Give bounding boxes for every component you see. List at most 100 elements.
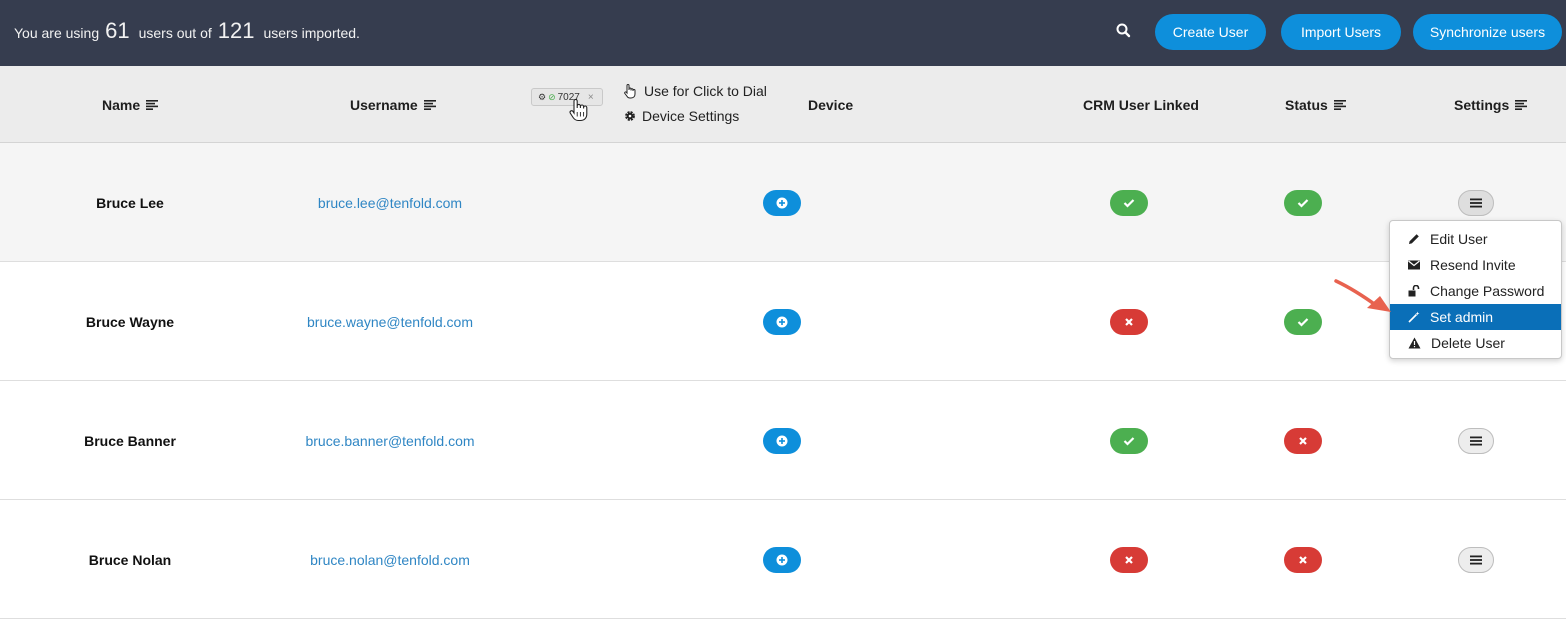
menu-item-change-password[interactable]: Change Password — [1390, 278, 1561, 304]
used-count: 61 — [105, 18, 130, 43]
check-icon — [1297, 317, 1309, 327]
column-header-crm-user-linked: CRM User Linked — [1083, 66, 1199, 143]
column-name-label: Name — [102, 96, 141, 113]
username-link[interactable]: bruce.wayne@tenfold.com — [270, 262, 510, 381]
add-device-button[interactable] — [763, 189, 801, 216]
usage-middle: users out of — [138, 25, 212, 41]
menu-item-label: Delete User — [1431, 335, 1505, 351]
check-circle-icon: ⊘ — [548, 91, 556, 102]
menu-item-label: Resend Invite — [1430, 257, 1516, 273]
synchronize-users-button[interactable]: Synchronize users — [1413, 14, 1562, 50]
status-cell — [1284, 500, 1322, 619]
user-name: Bruce Wayne — [85, 313, 175, 330]
device-cell — [762, 262, 802, 381]
settings-cell — [1458, 381, 1494, 500]
x-icon — [1299, 436, 1307, 445]
plus-circle-icon — [776, 435, 788, 446]
check-icon — [1123, 436, 1135, 446]
user-name: Bruce Banner — [84, 432, 176, 449]
hand-cursor-icon — [569, 98, 588, 122]
add-device-button[interactable] — [763, 427, 801, 454]
plus-circle-icon — [776, 197, 788, 208]
status-badge[interactable] — [1284, 189, 1322, 216]
unlock-icon — [1408, 285, 1420, 297]
check-icon — [1123, 198, 1135, 208]
column-header-status[interactable]: Status — [1285, 66, 1346, 143]
x-icon — [1299, 555, 1307, 564]
pointer-hand-icon — [624, 84, 636, 99]
menu-item-label: Set admin — [1430, 309, 1494, 325]
crm-not-linked-badge[interactable] — [1110, 308, 1148, 335]
table-row: Bruce Nolan bruce.nolan@tenfold.com — [0, 500, 1566, 619]
menu-item-resend-invite[interactable]: Resend Invite — [1390, 252, 1561, 278]
column-header-device: Device — [808, 66, 853, 143]
hamburger-icon — [1470, 198, 1482, 207]
sort-icon — [423, 99, 436, 110]
settings-cell — [1458, 500, 1494, 619]
use-for-click-to-dial-option[interactable]: Use for Click to Dial — [622, 82, 767, 100]
status-cell — [1284, 143, 1322, 262]
add-device-button[interactable] — [763, 308, 801, 335]
column-device-label: Device — [808, 96, 854, 113]
x-icon — [1125, 317, 1133, 326]
username-link[interactable]: bruce.nolan@tenfold.com — [270, 500, 510, 619]
create-user-button[interactable]: Create User — [1155, 14, 1266, 50]
column-header-name[interactable]: Name — [102, 66, 159, 143]
crm-linked-cell — [1110, 143, 1148, 262]
gear-icon — [625, 111, 635, 121]
device-cell — [762, 381, 802, 500]
device-settings-option[interactable]: Device Settings — [624, 107, 739, 125]
magic-wand-icon — [1408, 311, 1420, 323]
table-row: Bruce Lee bruce.lee@tenfold.com — [0, 143, 1566, 262]
usage-suffix: users imported. — [263, 25, 360, 41]
settings-menu-button[interactable] — [1458, 546, 1494, 573]
username-link[interactable]: bruce.lee@tenfold.com — [270, 143, 510, 262]
annotation-arrow-icon — [1334, 279, 1391, 312]
crm-not-linked-badge[interactable] — [1110, 546, 1148, 573]
top-bar: You are using 61 users out of 121 users … — [0, 0, 1566, 66]
x-icon — [1125, 555, 1133, 564]
settings-dropdown-menu: Edit User Resend Invite Change Password … — [1389, 220, 1562, 359]
check-icon — [1297, 198, 1309, 208]
column-crm-label: CRM User Linked — [1083, 96, 1199, 113]
status-badge[interactable] — [1284, 308, 1322, 335]
column-header-username[interactable]: Username — [350, 66, 436, 143]
menu-item-delete-user[interactable]: Delete User — [1390, 330, 1561, 356]
status-badge[interactable] — [1284, 546, 1322, 573]
settings-menu-button[interactable] — [1458, 189, 1494, 216]
import-users-button[interactable]: Import Users — [1281, 14, 1401, 50]
username-link[interactable]: bruce.banner@tenfold.com — [270, 381, 510, 500]
crm-linked-cell — [1110, 262, 1148, 381]
sort-icon — [146, 99, 159, 110]
crm-linked-badge[interactable] — [1110, 189, 1148, 216]
sort-icon — [1333, 99, 1346, 110]
gear-icon: ⚙ — [538, 91, 547, 102]
click-to-dial-label: Use for Click to Dial — [644, 83, 767, 99]
table-header: Name Username Device CRM User Linked Sta… — [0, 66, 1566, 143]
crm-linked-cell — [1110, 381, 1148, 500]
menu-item-edit-user[interactable]: Edit User — [1390, 226, 1561, 252]
status-badge[interactable] — [1284, 427, 1322, 454]
usage-prefix: You are using — [14, 25, 100, 41]
envelope-icon — [1408, 260, 1420, 270]
column-status-label: Status — [1285, 96, 1328, 113]
usage-summary: You are using 61 users out of 121 users … — [14, 0, 360, 66]
search-icon[interactable] — [1113, 20, 1135, 42]
status-cell — [1284, 262, 1322, 381]
column-header-settings[interactable]: Settings — [1454, 66, 1528, 143]
settings-menu-button[interactable] — [1458, 427, 1494, 454]
plus-circle-icon — [776, 554, 788, 565]
add-device-button[interactable] — [763, 546, 801, 573]
hamburger-icon — [1470, 555, 1482, 564]
table-row: Bruce Banner bruce.banner@tenfold.com — [0, 381, 1566, 500]
device-cell — [762, 500, 802, 619]
user-name: Bruce Nolan — [88, 551, 172, 568]
user-name: Bruce Lee — [96, 194, 164, 211]
sort-icon — [1515, 99, 1528, 110]
crm-linked-badge[interactable] — [1110, 427, 1148, 454]
table-row: Bruce Wayne bruce.wayne@tenfold.com — [0, 262, 1566, 381]
crm-linked-cell — [1110, 500, 1148, 619]
menu-item-set-admin[interactable]: Set admin — [1390, 304, 1561, 330]
column-username-label: Username — [350, 96, 418, 113]
warning-icon — [1408, 337, 1421, 349]
